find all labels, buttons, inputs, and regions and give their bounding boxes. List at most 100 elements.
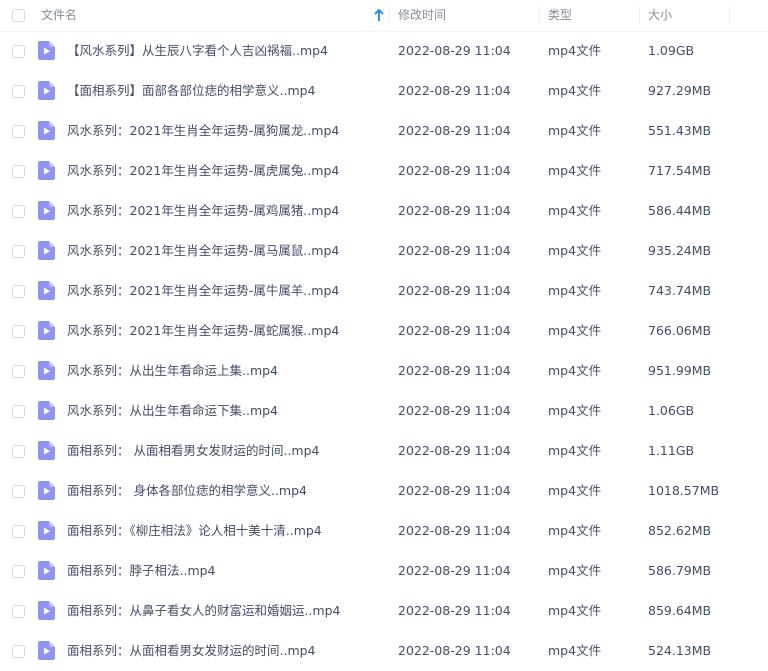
file-size: 524.13MB	[648, 643, 712, 658]
file-type: mp4文件	[548, 163, 602, 178]
video-file-icon	[38, 441, 55, 460]
file-type: mp4文件	[548, 563, 602, 578]
file-size: 1.11GB	[648, 443, 695, 458]
column-divider	[539, 7, 540, 24]
column-header-size[interactable]: 大小	[648, 0, 672, 31]
file-size: 717.54MB	[648, 163, 712, 178]
file-type: mp4文件	[548, 283, 602, 298]
file-type: mp4文件	[548, 523, 602, 538]
file-size: 935.24MB	[648, 243, 712, 258]
file-list-header: 文件名 修改时间 类型 大小	[0, 0, 768, 32]
row-checkbox[interactable]	[12, 365, 25, 378]
file-modified-time: 2022-08-29 11:04	[398, 523, 511, 538]
video-file-icon	[38, 241, 55, 260]
file-type: mp4文件	[548, 43, 602, 58]
row-checkbox[interactable]	[12, 245, 25, 258]
row-checkbox[interactable]	[12, 605, 25, 618]
file-modified-time: 2022-08-29 11:04	[398, 403, 511, 418]
file-row[interactable]: 风水系列：2021年生肖全年运势-属马属鼠..mp4 2022-08-29 11:…	[0, 231, 768, 271]
file-row[interactable]: 面相系列：从面相看男女发财运的时间..mp4 2022-08-29 11:04 mp…	[0, 631, 768, 671]
video-file-icon	[38, 481, 55, 500]
file-name[interactable]: 面相系列：《柳庄相法》论人相十美十清..mp4	[67, 511, 322, 551]
file-name[interactable]: 【面相系列】面部各部位痣的相学意义..mp4	[67, 71, 316, 111]
file-row[interactable]: 面相系列：《柳庄相法》论人相十美十清..mp4 2022-08-29 11:04 m…	[0, 511, 768, 551]
video-file-icon	[38, 521, 55, 540]
sort-ascending-icon[interactable]	[373, 8, 385, 23]
file-row[interactable]: 风水系列：2021年生肖全年运势-属牛属羊..mp4 2022-08-29 11:…	[0, 271, 768, 311]
column-header-type[interactable]: 类型	[548, 0, 572, 31]
video-file-icon	[38, 281, 55, 300]
file-size: 1.06GB	[648, 403, 695, 418]
file-name[interactable]: 【风水系列】从生辰八字看个人吉凶祸福..mp4	[67, 31, 328, 71]
file-row[interactable]: 面相系列：脖子相法..mp4 2022-08-29 11:04 mp4文件 586.7…	[0, 551, 768, 591]
file-modified-time: 2022-08-29 11:04	[398, 203, 511, 218]
file-size: 852.62MB	[648, 523, 712, 538]
file-name[interactable]: 面相系列：从面相看男女发财运的时间..mp4	[67, 631, 316, 671]
row-checkbox[interactable]	[12, 405, 25, 418]
file-type: mp4文件	[548, 483, 602, 498]
file-row[interactable]: 风水系列：从出生年看命运上集..mp4 2022-08-29 11:04 mp4文件…	[0, 351, 768, 391]
file-modified-time: 2022-08-29 11:04	[398, 83, 511, 98]
column-header-name[interactable]: 文件名	[41, 0, 77, 31]
row-checkbox[interactable]	[12, 285, 25, 298]
row-checkbox[interactable]	[12, 445, 25, 458]
row-checkbox[interactable]	[12, 485, 25, 498]
file-type: mp4文件	[548, 603, 602, 618]
file-name[interactable]: 风水系列：从出生年看命运下集..mp4	[67, 391, 278, 431]
file-modified-time: 2022-08-29 11:04	[398, 163, 511, 178]
row-checkbox[interactable]	[12, 125, 25, 138]
video-file-icon	[38, 401, 55, 420]
column-divider	[729, 7, 730, 24]
file-type: mp4文件	[548, 83, 602, 98]
file-name[interactable]: 风水系列：2021年生肖全年运势-属狗属龙..mp4	[67, 111, 339, 151]
file-name[interactable]: 风水系列：2021年生肖全年运势-属鸡属猪..mp4	[67, 191, 339, 231]
file-name[interactable]: 风水系列：2021年生肖全年运势-属虎属兔..mp4	[67, 151, 339, 191]
file-name[interactable]: 面相系列：从鼻子看女人的财富运和婚姻运..mp4	[67, 591, 341, 631]
file-row[interactable]: 面相系列：从鼻子看女人的财富运和婚姻运..mp4 2022-08-29 11:04…	[0, 591, 768, 631]
row-checkbox[interactable]	[12, 45, 25, 58]
file-modified-time: 2022-08-29 11:04	[398, 603, 511, 618]
row-checkbox[interactable]	[12, 325, 25, 338]
file-name[interactable]: 面相系列： 从面相看男女发财运的时间..mp4	[67, 431, 320, 471]
file-modified-time: 2022-08-29 11:04	[398, 363, 511, 378]
file-type: mp4文件	[548, 643, 602, 658]
file-type: mp4文件	[548, 443, 602, 458]
video-file-icon	[38, 601, 55, 620]
file-size: 951.99MB	[648, 363, 712, 378]
video-file-icon	[38, 321, 55, 340]
file-row[interactable]: 面相系列： 身体各部位痣的相学意义..mp4 2022-08-29 11:04 mp…	[0, 471, 768, 511]
file-size: 551.43MB	[648, 123, 712, 138]
file-row[interactable]: 【风水系列】从生辰八字看个人吉凶祸福..mp4 2022-08-29 11:04 m…	[0, 31, 768, 71]
file-name[interactable]: 风水系列：2021年生肖全年运势-属牛属羊..mp4	[67, 271, 339, 311]
file-row[interactable]: 风水系列：2021年生肖全年运势-属蛇属猴..mp4 2022-08-29 11:…	[0, 311, 768, 351]
file-row[interactable]: 风水系列：2021年生肖全年运势-属鸡属猪..mp4 2022-08-29 11:…	[0, 191, 768, 231]
file-name[interactable]: 风水系列：2021年生肖全年运势-属蛇属猴..mp4	[67, 311, 339, 351]
video-file-icon	[38, 81, 55, 100]
row-checkbox[interactable]	[12, 165, 25, 178]
file-size: 586.79MB	[648, 563, 712, 578]
video-file-icon	[38, 561, 55, 580]
file-row[interactable]: 风水系列：2021年生肖全年运势-属虎属兔..mp4 2022-08-29 11:…	[0, 151, 768, 191]
file-name[interactable]: 面相系列：脖子相法..mp4	[67, 551, 216, 591]
file-size: 859.64MB	[648, 603, 712, 618]
file-modified-time: 2022-08-29 11:04	[398, 563, 511, 578]
select-all-checkbox[interactable]	[12, 9, 25, 22]
file-row[interactable]: 风水系列：从出生年看命运下集..mp4 2022-08-29 11:04 mp4文件…	[0, 391, 768, 431]
file-type: mp4文件	[548, 403, 602, 418]
row-checkbox[interactable]	[12, 565, 25, 578]
file-row[interactable]: 风水系列：2021年生肖全年运势-属狗属龙..mp4 2022-08-29 11:…	[0, 111, 768, 151]
row-checkbox[interactable]	[12, 525, 25, 538]
file-name[interactable]: 面相系列： 身体各部位痣的相学意义..mp4	[67, 471, 307, 511]
file-row[interactable]: 面相系列： 从面相看男女发财运的时间..mp4 2022-08-29 11:04 m…	[0, 431, 768, 471]
row-checkbox[interactable]	[12, 645, 25, 658]
row-checkbox[interactable]	[12, 205, 25, 218]
file-name[interactable]: 风水系列：2021年生肖全年运势-属马属鼠..mp4	[67, 231, 339, 271]
column-header-modified[interactable]: 修改时间	[398, 0, 446, 31]
video-file-icon	[38, 121, 55, 140]
file-type: mp4文件	[548, 123, 602, 138]
file-type: mp4文件	[548, 323, 602, 338]
file-name[interactable]: 风水系列：从出生年看命运上集..mp4	[67, 351, 278, 391]
file-row[interactable]: 【面相系列】面部各部位痣的相学意义..mp4 2022-08-29 11:04 mp…	[0, 71, 768, 111]
row-checkbox[interactable]	[12, 85, 25, 98]
column-divider	[639, 7, 640, 24]
